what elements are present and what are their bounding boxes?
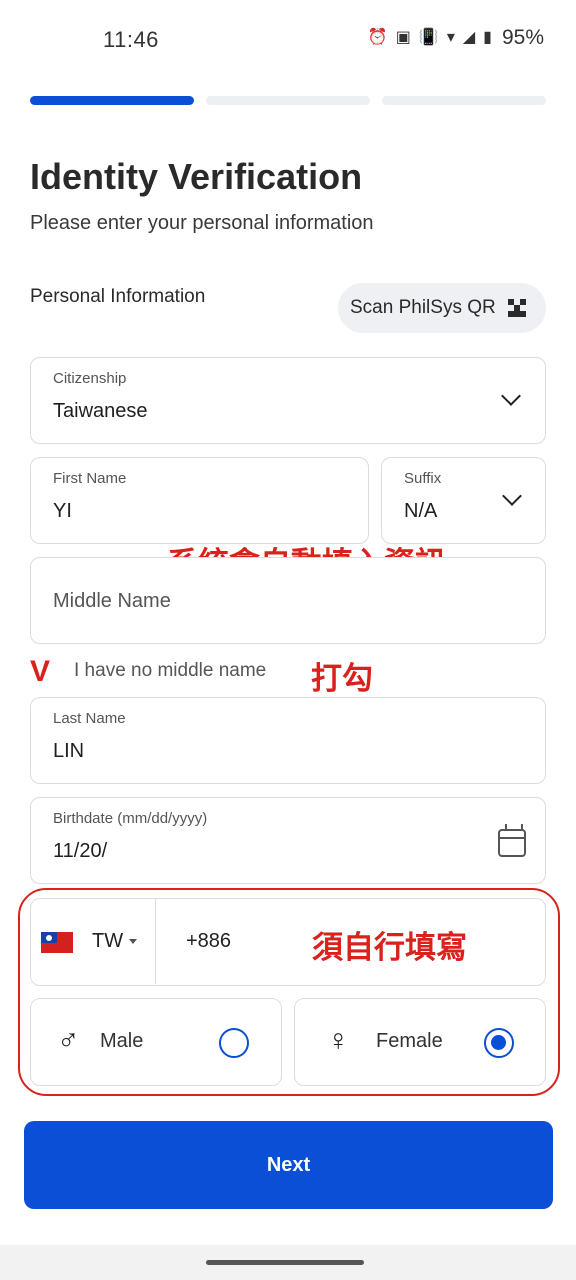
female-icon: ♀ (327, 1024, 350, 1057)
chevron-down-icon (501, 386, 521, 406)
last-name-label: Last Name (53, 710, 126, 727)
status-time: 11:46 (103, 27, 159, 52)
first-name-label: First Name (53, 470, 127, 487)
country-code-select[interactable]: TW (31, 899, 156, 984)
progress-step-3 (382, 96, 546, 105)
step-progress (30, 96, 546, 105)
citizenship-label: Citizenship (53, 370, 127, 387)
next-button[interactable]: Next (24, 1121, 553, 1209)
annotation-check-box: 打勾 (311, 661, 373, 697)
wifi-icon: ▾ (446, 29, 455, 46)
female-label: Female (376, 1030, 443, 1052)
birthdate-label: Birthdate (mm/dd/yyyy) (53, 810, 208, 827)
country-code: TW (92, 930, 124, 952)
female-radio[interactable] (484, 1028, 514, 1058)
navigation-bar (0, 1245, 576, 1280)
suffix-select[interactable]: Suffix N/A (381, 457, 546, 544)
section-label: Personal Information (30, 286, 206, 307)
middle-name-placeholder: Middle Name (53, 590, 171, 612)
phone-field[interactable]: TW +886 (30, 898, 546, 986)
birthdate-value: 11/20/ (53, 840, 108, 862)
page-subtitle: Please enter your personal information (30, 212, 374, 234)
citizenship-value: Taiwanese (53, 400, 148, 422)
next-button-label: Next (266, 1153, 311, 1176)
first-name-field[interactable]: First Name YI (30, 457, 369, 544)
alarm-icon: ⏰ (367, 29, 388, 46)
citizenship-select[interactable]: Citizenship Taiwanese (30, 357, 546, 444)
scan-button-label: Scan PhilSys QR (350, 297, 496, 318)
caret-down-icon (129, 939, 137, 944)
gender-female-option[interactable]: ♀ Female (294, 998, 546, 1086)
male-radio[interactable] (219, 1028, 249, 1058)
taiwan-flag-icon (41, 932, 73, 953)
last-name-value: LIN (53, 740, 85, 762)
calendar-icon[interactable] (498, 824, 526, 857)
gender-male-option[interactable]: ♂ Male (30, 998, 282, 1086)
male-icon: ♂ (57, 1024, 80, 1057)
male-label: Male (100, 1030, 144, 1052)
annotation-fill-yourself: 須自行填寫 (312, 930, 467, 966)
progress-step-2 (206, 96, 370, 105)
suffix-value: N/A (404, 500, 438, 522)
status-bar: 11:46 ⏰ ▣ 📳 ▾ ◢ ▮ 95% (0, 0, 576, 84)
qr-code-icon (507, 299, 526, 317)
dial-code: +886 (186, 930, 232, 952)
page-title: Identity Verification (30, 156, 363, 197)
auto-icon: ▣ (395, 29, 411, 46)
status-icons: ⏰ ▣ 📳 ▾ ◢ ▮ 95% (368, 26, 544, 50)
first-name-value: YI (53, 500, 72, 522)
middle-name-field[interactable]: Middle Name (30, 557, 546, 644)
last-name-field[interactable]: Last Name LIN (30, 697, 546, 784)
vibrate-icon: 📳 (418, 29, 439, 46)
battery-percent: 95% (501, 26, 544, 49)
suffix-label: Suffix (404, 470, 442, 487)
checkmark-icon: V (30, 655, 51, 688)
battery-icon: ▮ (483, 29, 492, 46)
home-gesture-handle[interactable] (206, 1260, 364, 1265)
birthdate-field[interactable]: Birthdate (mm/dd/yyyy) 11/20/ (30, 797, 546, 884)
no-middle-name-label: I have no middle name (74, 660, 267, 681)
progress-step-1 (30, 96, 194, 105)
chevron-down-icon (502, 486, 522, 506)
signal-icon: ◢ (462, 29, 476, 46)
scan-philsys-qr-button[interactable]: Scan PhilSys QR (338, 283, 546, 333)
